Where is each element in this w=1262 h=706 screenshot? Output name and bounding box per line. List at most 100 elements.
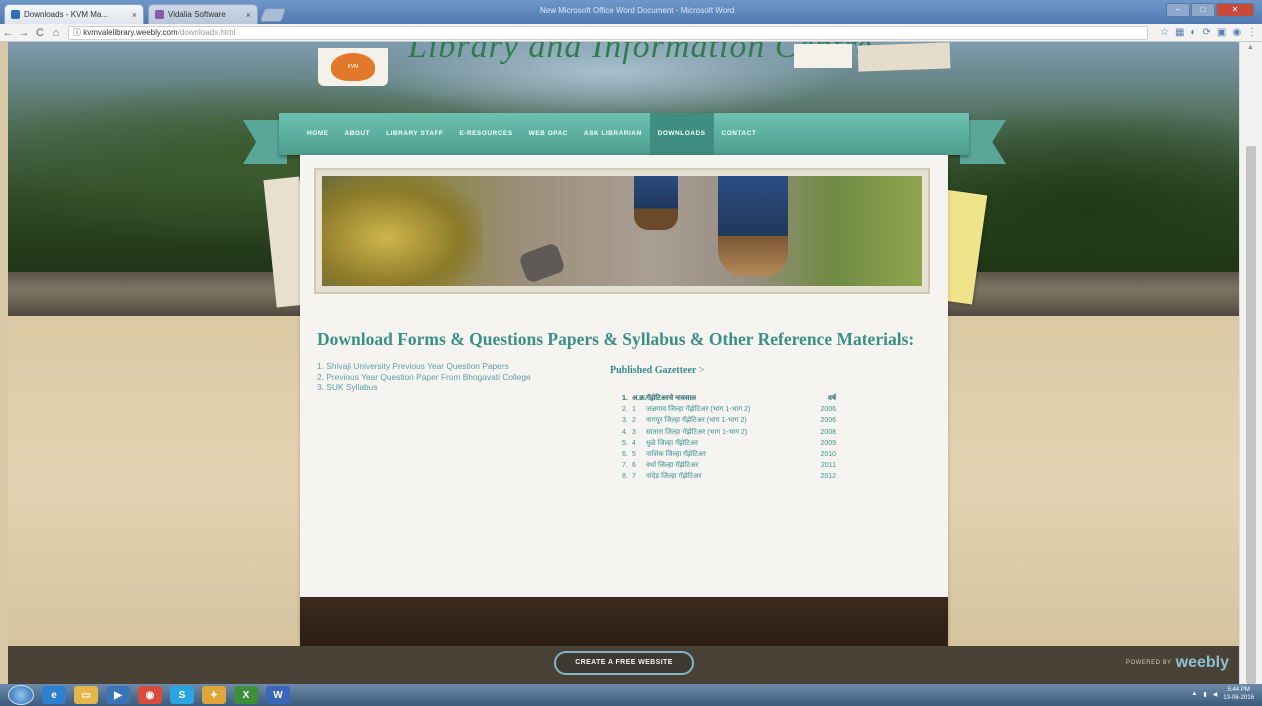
cell-title: सातारा जिल्हा गॅझेटिअर (भाग 1-भाग 2) — [646, 428, 748, 436]
web-page: KVM Library and Information Centre HOME A… — [8, 42, 1239, 646]
address-bar[interactable]: ⓘ kvmvalelibrary.weebly.com/downloads.ht… — [68, 25, 1148, 40]
windows-taskbar: e ▭ ▶ ◉ S ✦ X W ▲ ▮ ◀ 5:44 PM 13-06-2016 — [0, 684, 1262, 706]
table-row[interactable]: 2. 1 जळगाव जिल्हा गॅझेटिअर (भाग 1-भाग 2) 20… — [622, 404, 836, 415]
banner-rock — [518, 242, 566, 284]
cell-serial: 2 — [632, 417, 636, 425]
media-icon[interactable]: ▶ — [106, 686, 130, 704]
tab-close-icon[interactable]: × — [242, 10, 251, 20]
browser-tabstrip: Downloads - KVM Ma... × Vidalia Software… — [0, 0, 1262, 24]
network-icon[interactable]: ▮ — [1203, 691, 1206, 698]
tray-arrow-icon[interactable]: ▲ — [1191, 691, 1197, 697]
col-year: वर्ष — [828, 395, 836, 402]
weebly-logo: weebly — [1175, 654, 1229, 671]
reload-icon[interactable]: C — [32, 27, 48, 39]
paper-scrap — [794, 44, 852, 68]
row-number: 3. — [622, 417, 628, 425]
link-suk-syllabus[interactable]: 3. SUK Syllabus — [317, 382, 531, 393]
cell-year: 2009 — [820, 439, 836, 447]
gazetteer-heading[interactable]: Published Gazetteer > — [610, 365, 704, 376]
menu-kebab-icon[interactable]: ⋮ — [1247, 27, 1257, 38]
site-info-icon[interactable]: ⓘ — [73, 28, 81, 37]
cell-title: जळगाव जिल्हा गॅझेटिअर (भाग 1-भाग 2) — [646, 406, 751, 414]
nav-item-library-staff[interactable]: LIBRARY STAFF — [378, 113, 451, 155]
excel-icon[interactable]: X — [234, 686, 258, 704]
nav-item-about[interactable]: ABOUT — [337, 113, 379, 155]
maximize-button[interactable]: □ — [1191, 3, 1215, 17]
nav-item-web-opac[interactable]: WEB OPAC — [521, 113, 576, 155]
link-bhogavati-question-papers[interactable]: 2. Previous Year Question Paper From Bho… — [317, 372, 531, 383]
nav-item-downloads[interactable]: DOWNLOADS — [649, 113, 714, 155]
tab-close-icon[interactable]: × — [128, 10, 137, 20]
clock-time: 5:44 PM — [1227, 687, 1250, 693]
table-row[interactable]: 6. 5 नाशिक जिल्हा गॅझेटिअर 2010 — [622, 449, 836, 460]
app-icon[interactable]: ✦ — [202, 686, 226, 704]
extension-circle-icon[interactable]: ◐ — [1190, 27, 1196, 38]
powered-by-label: POWERED BY — [1125, 660, 1172, 666]
volume-icon[interactable]: ◀ — [1213, 691, 1218, 698]
nav-item-home[interactable]: HOME — [299, 113, 337, 155]
extension-grid-icon[interactable]: ▦ — [1175, 27, 1184, 38]
create-website-button[interactable]: CREATE A FREE WEBSITE — [554, 651, 694, 675]
gazetteer-table: 1. अ.क्र. गॅझेटिअरचे नावसाल वर्ष 2. 1 जळगा… — [622, 393, 836, 483]
minimize-button[interactable]: – — [1166, 3, 1190, 17]
close-window-button[interactable]: ✕ — [1216, 3, 1254, 17]
nav-item-e-resources[interactable]: E-RESOURCES — [451, 113, 520, 155]
table-header-row: 1. अ.क्र. गॅझेटिअरचे नावसाल वर्ष — [622, 393, 836, 404]
start-button[interactable] — [8, 685, 34, 705]
tab-downloads[interactable]: Downloads - KVM Ma... × — [4, 4, 144, 24]
cell-title: धुळे जिल्हा गॅझेटिअर — [646, 439, 698, 447]
col-title: गॅझेटिअरचे नावसाल — [646, 395, 697, 402]
table-row[interactable]: 3. 2 नागपूर जिल्हा गॅझेटिअर (भाग 1-भाग 2) 2… — [622, 415, 836, 426]
tab-title: Downloads - KVM Ma... — [24, 10, 109, 19]
row-number: 1. — [622, 395, 628, 402]
cell-year: 2008 — [820, 428, 836, 436]
tab-title: Vidalia Software — [168, 10, 226, 19]
table-row[interactable]: 4. 3 सातारा जिल्हा गॅझेटिअर (भाग 1-भाग 2) 2… — [622, 427, 836, 438]
col-serial: अ.क्र. — [632, 395, 647, 402]
chrome-icon[interactable]: ◉ — [138, 686, 162, 704]
clock[interactable]: 5:44 PM 13-06-2016 — [1223, 686, 1254, 702]
home-icon[interactable]: ⌂ — [48, 27, 64, 39]
forward-arrow-icon[interactable]: → — [16, 27, 32, 39]
download-links: 1. Shivaji University Previous Year Ques… — [317, 361, 531, 393]
vertical-scrollbar[interactable]: ▲ — [1239, 42, 1262, 684]
banner-frame — [314, 168, 930, 294]
cell-title: वर्धा जिल्हा गॅझेटिअर — [646, 462, 699, 470]
cell-year: 2010 — [820, 450, 836, 458]
scrollbar-thumb[interactable] — [1246, 146, 1256, 684]
row-number: 5. — [622, 439, 628, 447]
row-number: 7. — [622, 462, 628, 470]
back-arrow-icon[interactable]: ← — [0, 27, 16, 39]
extension-box-icon[interactable]: ▣ — [1217, 27, 1226, 38]
window-controls: – □ ✕ — [1166, 3, 1254, 17]
extension-dot-icon[interactable]: ◉ — [1232, 27, 1241, 38]
site-logo[interactable]: KVM — [318, 48, 388, 86]
cell-serial: 4 — [632, 439, 636, 447]
ie-icon[interactable]: e — [42, 686, 66, 704]
cell-title: नागपूर जिल्हा गॅझेटिअर (भाग 1-भाग 2) — [646, 417, 747, 425]
nav-item-contact[interactable]: CONTACT — [714, 113, 765, 155]
cell-serial: 3 — [632, 428, 636, 436]
banner-image — [322, 176, 922, 286]
link-shivaji-question-papers[interactable]: 1. Shivaji University Previous Year Ques… — [317, 361, 531, 372]
folder-icon[interactable]: ▭ — [74, 686, 98, 704]
table-row[interactable]: 8. 7 नांदेड जिल्हा गॅझेटिअर 2012 — [622, 471, 836, 482]
clock-date: 13-06-2016 — [1223, 695, 1254, 701]
scroll-up-icon[interactable]: ▲ — [1247, 44, 1254, 51]
nav-item-ask-librarian[interactable]: ASK LIBRARIAN — [576, 113, 650, 155]
cell-year: 2006 — [820, 417, 836, 425]
extension-sync-icon[interactable]: ⟳ — [1202, 27, 1210, 38]
tab-vidalia[interactable]: Vidalia Software × — [148, 4, 258, 24]
chevron-right-icon: > — [698, 365, 705, 376]
tab-favicon-icon — [11, 10, 20, 19]
word-icon[interactable]: W — [266, 686, 290, 704]
skype-icon[interactable]: S — [170, 686, 194, 704]
powered-by-weebly[interactable]: POWERED BY weebly — [1126, 654, 1229, 672]
bookmark-star-icon[interactable]: ☆ — [1160, 27, 1169, 38]
new-tab-button[interactable] — [259, 8, 287, 22]
paper-scrap — [857, 42, 951, 72]
table-row[interactable]: 5. 4 धुळे जिल्हा गॅझेटिअर 2009 — [622, 438, 836, 449]
table-row[interactable]: 7. 6 वर्धा जिल्हा गॅझेटिअर 2011 — [622, 460, 836, 471]
cell-title: नांदेड जिल्हा गॅझेटिअर — [646, 473, 702, 481]
system-tray: ▲ ▮ ◀ 5:44 PM 13-06-2016 — [1191, 686, 1254, 702]
